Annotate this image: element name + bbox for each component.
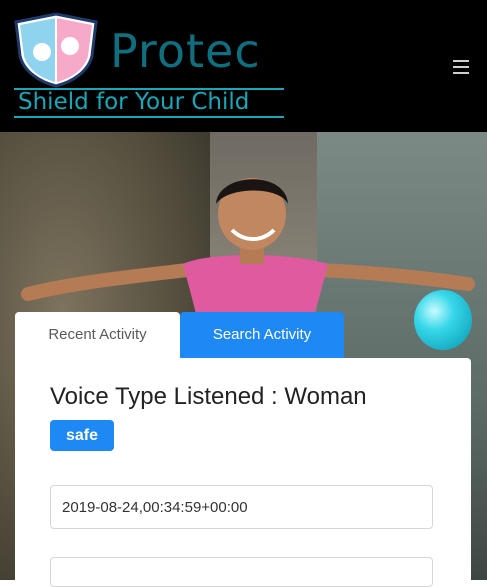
- balloon: [414, 290, 472, 350]
- shield-logo-icon: [14, 12, 98, 88]
- hamburger-icon: [453, 60, 469, 62]
- status-badge: safe: [50, 420, 114, 451]
- brand-name: Protec: [110, 24, 261, 78]
- menu-toggle-button[interactable]: [453, 60, 469, 74]
- app-header: Protec Shield for Your Child: [0, 0, 487, 132]
- brand-tagline: Shield for Your Child: [18, 89, 250, 115]
- tab-search-activity[interactable]: Search Activity: [180, 312, 344, 358]
- tab-recent-activity[interactable]: Recent Activity: [15, 312, 180, 358]
- voice-type-title: Voice Type Listened : Woman: [50, 383, 367, 410]
- timestamp-field[interactable]: 2019-08-24,00:34:59+00:00: [50, 485, 433, 529]
- activity-card: Voice Type Listened : Woman safe 2019-08…: [15, 358, 471, 587]
- logo-divider-bottom: [14, 116, 284, 118]
- secondary-field[interactable]: [50, 557, 433, 587]
